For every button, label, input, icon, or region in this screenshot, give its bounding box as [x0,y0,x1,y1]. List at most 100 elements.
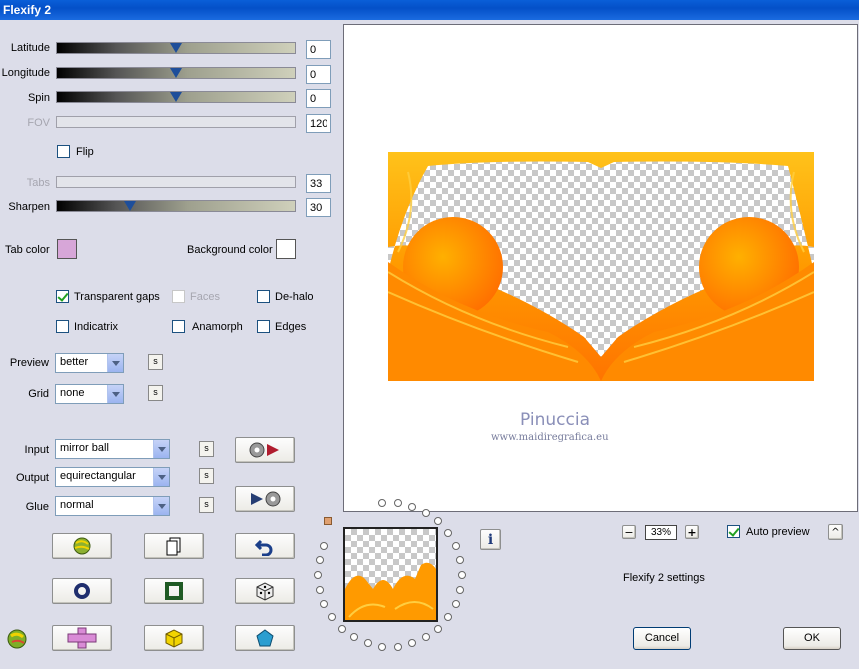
dial-dot[interactable] [314,571,322,579]
disc-backward-button[interactable] [235,486,295,512]
undo-arrow-icon [255,539,273,556]
square-shape-button[interactable] [144,578,204,604]
tabs-value[interactable] [306,174,331,193]
indicatrix-checkbox[interactable] [56,320,69,333]
dial-dot[interactable] [315,556,324,565]
spin-slider[interactable] [56,91,296,103]
dial-dot[interactable] [320,600,329,609]
dial-dot[interactable] [337,624,346,633]
cube-shape-button[interactable] [144,625,204,651]
sphere-shape-button[interactable] [52,578,112,604]
sharpen-value[interactable] [306,198,331,217]
output-value: equirectangular [60,470,136,482]
navigator-thumbnail[interactable] [343,527,438,622]
dial-dot[interactable] [444,613,453,622]
latitude-thumb[interactable] [170,43,182,53]
zoom-out-button[interactable]: − [622,525,636,539]
output-s-button[interactable]: s [199,468,214,484]
chevron-down-icon [153,497,169,515]
spin-value[interactable] [306,89,331,108]
preview-image [388,152,814,381]
edges-checkbox[interactable] [257,320,270,333]
sharpen-slider[interactable] [56,200,296,212]
longitude-slider[interactable] [56,67,296,79]
glue-s-button[interactable]: s [199,497,214,513]
faces-checkbox [172,290,185,303]
de-halo-checkbox[interactable] [257,290,270,303]
dial-dot[interactable] [408,502,417,511]
dial-dot[interactable] [363,639,372,648]
zoom-value: 33% [645,525,677,540]
grid-s-button[interactable]: s [148,385,163,401]
fov-label: FOV [27,117,50,129]
flip-checkbox[interactable] [57,145,70,158]
pentagon-shape-button[interactable] [235,625,295,651]
anamorph-checkbox[interactable] [172,320,185,333]
spin-thumb[interactable] [170,92,182,102]
auto-preview-label: Auto preview [746,526,810,538]
dial-dot[interactable] [327,613,336,622]
preview-mode-select[interactable]: better [55,353,124,373]
disc-forward-button[interactable] [235,437,295,463]
glue-value: normal [60,499,94,511]
latitude-value[interactable] [306,40,331,59]
input-select[interactable]: mirror ball [55,439,170,459]
cross-grid-icon [67,627,97,649]
longitude-value[interactable] [306,65,331,84]
ok-button[interactable]: OK [783,627,841,650]
dial-dot[interactable] [393,499,402,508]
main-preview-panel[interactable]: Pinuccia www.maidiregrafica.eu [343,24,858,512]
cross-shape-button[interactable] [52,625,112,651]
longitude-thumb[interactable] [170,68,182,78]
longitude-label: Longitude [1,67,50,79]
copy-button[interactable] [144,533,204,559]
undo-button[interactable] [235,533,295,559]
sharpen-label: Sharpen [8,201,50,213]
chevron-down-icon [107,385,123,403]
preview-mode-s-button[interactable]: s [148,354,163,370]
output-select[interactable]: equirectangular [55,467,170,487]
randomize-globe-button[interactable] [52,533,112,559]
dial-dot[interactable] [422,633,430,642]
zoom-in-button[interactable]: + [685,525,699,539]
tabs-label: Tabs [26,177,50,189]
info-button[interactable]: i [480,529,501,550]
grid-value: none [60,387,85,399]
dial-dot[interactable] [378,642,387,651]
dial-dot[interactable] [451,541,460,550]
navigator-handle[interactable] [324,517,332,525]
tab-color-swatch[interactable] [57,239,77,259]
dial-dot[interactable] [422,508,430,517]
dial-dot[interactable] [444,528,453,537]
flip-label: Flip [76,146,94,158]
background-color-swatch[interactable] [276,239,296,259]
collapse-button[interactable]: ^ [828,524,843,540]
dial-dot[interactable] [320,541,329,550]
random-button[interactable] [235,578,295,604]
fov-value[interactable] [306,114,331,133]
dial-dot[interactable] [458,571,466,579]
dial-dot[interactable] [393,642,402,651]
transparent-gaps-checkbox[interactable] [56,290,69,303]
input-label: Input [24,444,49,456]
input-s-button[interactable]: s [199,441,214,457]
sharpen-thumb[interactable] [124,201,136,211]
dial-dot[interactable] [408,639,417,648]
dial-dot[interactable] [456,585,465,594]
dial-dot[interactable] [434,624,443,633]
indicatrix-label: Indicatrix [74,321,119,333]
dial-dot[interactable] [451,600,460,609]
dial-dot[interactable] [434,517,443,526]
de-halo-label: De-halo [275,291,314,303]
cancel-button[interactable]: Cancel [633,627,691,650]
latitude-label: Latitude [10,42,50,54]
window-title: Flexify 2 [3,3,52,17]
disc-play-icon [249,442,279,458]
dial-dot[interactable] [456,556,465,565]
dial-dot[interactable] [350,633,358,642]
grid-select[interactable]: none [55,384,124,404]
auto-preview-checkbox[interactable] [727,525,740,538]
glue-select[interactable]: normal [55,496,170,516]
latitude-slider[interactable] [56,42,296,54]
dial-dot[interactable] [315,585,324,594]
